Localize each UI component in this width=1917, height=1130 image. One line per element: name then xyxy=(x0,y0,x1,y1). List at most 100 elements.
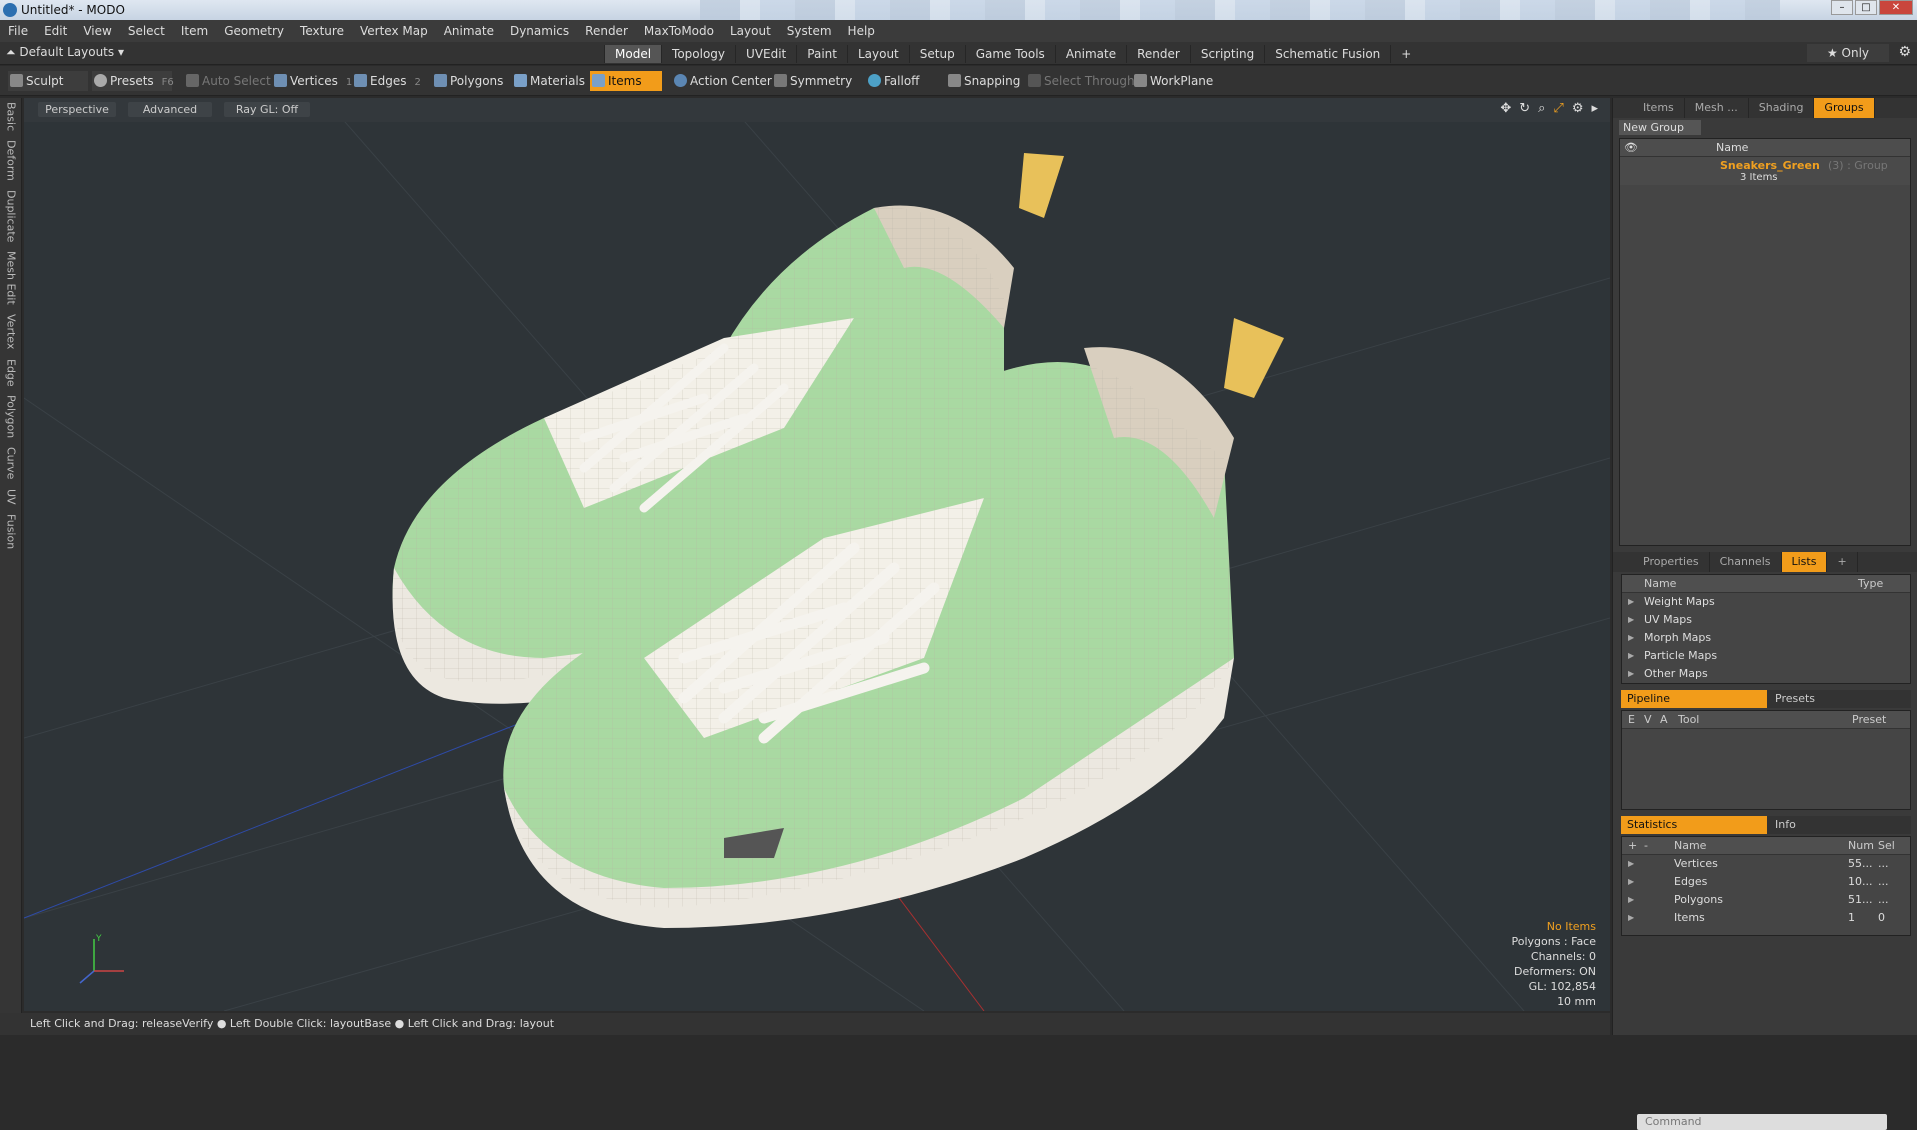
vertices-button[interactable]: Vertices 1 xyxy=(272,71,352,91)
tab-groups[interactable]: Groups xyxy=(1814,98,1875,118)
main-toolbar: Sculpt Presets F6 Auto Select Vertices 1 E… xyxy=(0,66,1917,96)
view-menu-icon[interactable]: ▸ xyxy=(1591,101,1598,116)
collapse-all-icon[interactable]: - xyxy=(1644,837,1648,855)
menu-file[interactable]: File xyxy=(0,24,36,38)
only-toggle[interactable]: ★ Only xyxy=(1807,44,1889,62)
falloff-button[interactable]: Falloff xyxy=(866,71,932,91)
expand-all-icon[interactable]: + xyxy=(1628,837,1637,855)
menu-geometry[interactable]: Geometry xyxy=(216,24,292,38)
add-panel-tab[interactable]: + xyxy=(1827,552,1858,572)
tab-info[interactable]: Info xyxy=(1769,816,1909,834)
menu-select[interactable]: Select xyxy=(120,24,173,38)
tab-channels[interactable]: Channels xyxy=(1710,552,1782,572)
menu-edit[interactable]: Edit xyxy=(36,24,75,38)
command-input[interactable]: Command xyxy=(1637,1114,1887,1130)
stats-num: 51... xyxy=(1848,893,1873,906)
left-tab-edge[interactable]: Edge xyxy=(4,359,18,387)
left-tab-duplicate[interactable]: Duplicate xyxy=(4,190,18,242)
select-through-button[interactable]: Select Through xyxy=(1026,71,1135,91)
tab-lists[interactable]: Lists xyxy=(1781,552,1828,572)
zoom-view-icon[interactable]: ⌕ xyxy=(1538,101,1545,116)
sculpt-button[interactable]: Sculpt xyxy=(8,71,88,91)
group-type: (3) : Group xyxy=(1828,159,1888,172)
tab-statistics[interactable]: Statistics xyxy=(1621,816,1767,834)
tab-uvedit[interactable]: UVEdit xyxy=(735,45,796,63)
tab-layout[interactable]: Layout xyxy=(846,45,909,63)
add-tab-button[interactable]: + xyxy=(1390,45,1421,63)
tab-paint[interactable]: Paint xyxy=(796,45,847,63)
group-row-sneakers[interactable]: Sneakers_Green (3) : Group 3 Items xyxy=(1620,157,1910,185)
right-panel: Items Mesh ... Shading Groups New Group … xyxy=(1612,98,1917,1130)
tab-shading[interactable]: Shading xyxy=(1749,98,1815,118)
tab-animate[interactable]: Animate xyxy=(1054,45,1126,63)
stats-row-vertices[interactable]: Vertices 55... ... xyxy=(1622,855,1910,873)
menu-render[interactable]: Render xyxy=(577,24,636,38)
presets-button[interactable]: Presets F6 xyxy=(92,71,174,91)
tab-mesh[interactable]: Mesh ... xyxy=(1685,98,1749,118)
view-settings-icon[interactable]: ⚙ xyxy=(1572,101,1584,116)
tab-properties[interactable]: Properties xyxy=(1633,552,1710,572)
list-item-uv-maps[interactable]: UV Maps xyxy=(1622,611,1910,629)
materials-button[interactable]: Materials xyxy=(512,71,585,91)
left-tab-vertex[interactable]: Vertex xyxy=(4,314,18,349)
maximize-button[interactable]: □ xyxy=(1855,0,1877,15)
menu-animate[interactable]: Animate xyxy=(436,24,502,38)
symmetry-button[interactable]: Symmetry xyxy=(772,71,852,91)
new-group-button[interactable]: New Group xyxy=(1619,120,1701,135)
viewport-header: Perspective Advanced Ray GL: Off ✥ ↻ ⌕ ⤢… xyxy=(24,98,1610,122)
workplane-button[interactable]: WorkPlane xyxy=(1132,71,1214,91)
menu-system[interactable]: System xyxy=(779,24,840,38)
items-button[interactable]: Items xyxy=(590,71,662,91)
rotate-view-icon[interactable]: ↻ xyxy=(1519,101,1530,116)
tab-game-tools[interactable]: Game Tools xyxy=(964,45,1055,63)
polygons-button[interactable]: Polygons xyxy=(432,71,503,91)
left-tab-deform[interactable]: Deform xyxy=(4,140,18,181)
tab-topology[interactable]: Topology xyxy=(661,45,735,63)
left-tab-fusion[interactable]: Fusion xyxy=(4,514,18,549)
gear-icon[interactable]: ⚙ xyxy=(1898,44,1911,60)
list-item-particle-maps[interactable]: Particle Maps xyxy=(1622,647,1910,665)
tab-model[interactable]: Model xyxy=(604,45,662,63)
tab-schematic-fusion[interactable]: Schematic Fusion xyxy=(1264,45,1390,63)
left-tab-polygon[interactable]: Polygon xyxy=(4,395,18,438)
minimize-button[interactable]: – xyxy=(1831,0,1853,15)
menu-view[interactable]: View xyxy=(75,24,119,38)
stats-name: Items xyxy=(1674,911,1705,924)
tab-scripting[interactable]: Scripting xyxy=(1189,45,1264,63)
menu-help[interactable]: Help xyxy=(840,24,883,38)
move-view-icon[interactable]: ✥ xyxy=(1500,101,1511,116)
list-item-weight-maps[interactable]: Weight Maps xyxy=(1622,593,1910,611)
3d-viewport[interactable]: Perspective Advanced Ray GL: Off ✥ ↻ ⌕ ⤢… xyxy=(24,98,1610,1011)
left-tab-uv[interactable]: UV xyxy=(4,489,18,505)
list-item-morph-maps[interactable]: Morph Maps xyxy=(1622,629,1910,647)
left-tab-mesh-edit[interactable]: Mesh Edit xyxy=(4,251,18,305)
tab-setup[interactable]: Setup xyxy=(908,45,965,63)
tab-render[interactable]: Render xyxy=(1126,45,1190,63)
menu-item[interactable]: Item xyxy=(173,24,216,38)
menu-layout[interactable]: Layout xyxy=(722,24,779,38)
stats-row-items[interactable]: Items 1 0 xyxy=(1622,909,1910,927)
edges-button[interactable]: Edges 2 xyxy=(352,71,432,91)
auto-select-button[interactable]: Auto Select xyxy=(184,71,271,91)
advanced-button[interactable]: Advanced xyxy=(128,102,212,117)
menu-vertex-map[interactable]: Vertex Map xyxy=(352,24,436,38)
workplane-label: WorkPlane xyxy=(1150,74,1214,88)
fit-view-icon[interactable]: ⤢ xyxy=(1553,101,1563,116)
menu-texture[interactable]: Texture xyxy=(292,24,352,38)
stats-row-polygons[interactable]: Polygons 51... ... xyxy=(1622,891,1910,909)
close-button[interactable]: ✕ xyxy=(1879,0,1913,15)
tab-pipeline[interactable]: Pipeline xyxy=(1621,690,1767,708)
default-layouts-dropdown[interactable]: ⏶ Default Layouts ▾ xyxy=(6,45,124,60)
raygl-button[interactable]: Ray GL: Off xyxy=(224,102,310,117)
menu-dynamics[interactable]: Dynamics xyxy=(502,24,577,38)
action-center-button[interactable]: Action Center xyxy=(672,71,772,91)
tab-presets[interactable]: Presets xyxy=(1769,690,1909,708)
tab-items[interactable]: Items xyxy=(1633,98,1685,118)
snapping-button[interactable]: Snapping xyxy=(946,71,1022,91)
left-tab-curve[interactable]: Curve xyxy=(4,447,18,479)
stats-row-edges[interactable]: Edges 10... ... xyxy=(1622,873,1910,891)
list-item-other-maps[interactable]: Other Maps xyxy=(1622,665,1910,683)
menu-maxtomodo[interactable]: MaxToModo xyxy=(636,24,722,38)
perspective-button[interactable]: Perspective xyxy=(38,102,116,117)
left-tab-basic[interactable]: Basic xyxy=(4,102,18,131)
